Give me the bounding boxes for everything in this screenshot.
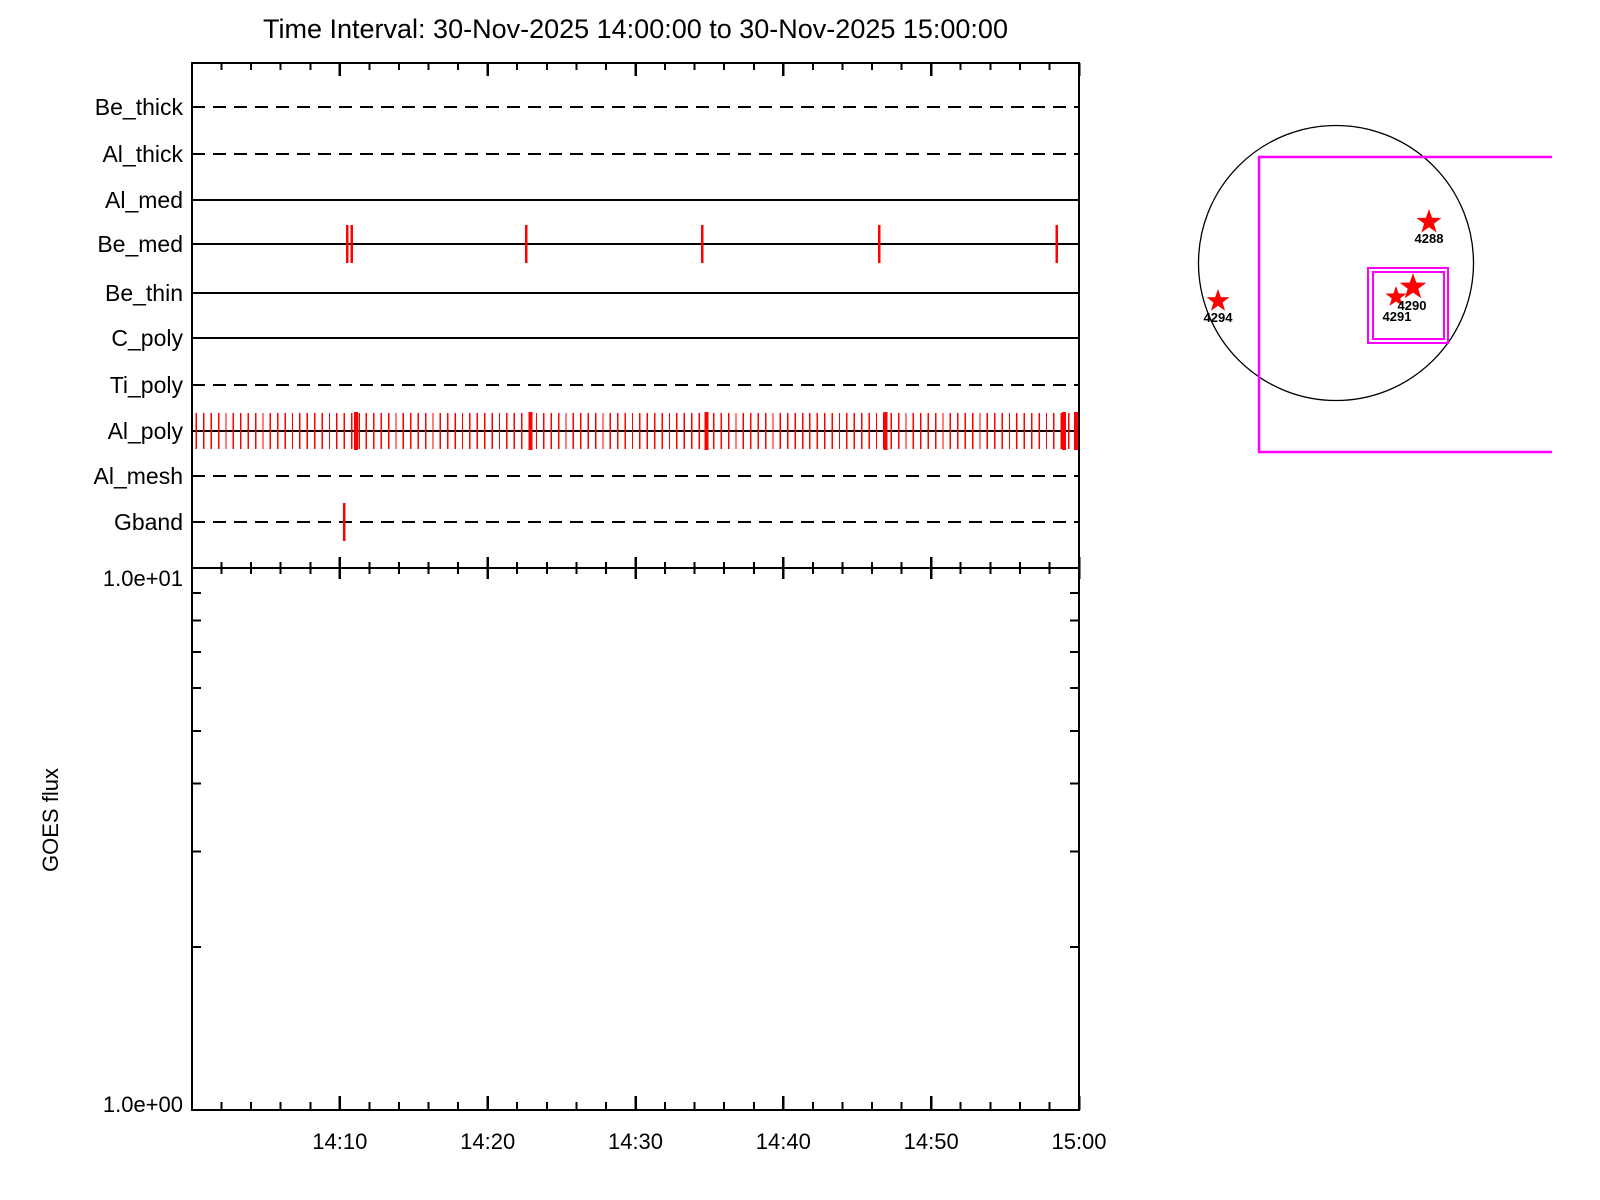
xtick-label-1500: 15:00	[1051, 1129, 1106, 1154]
filter-label-be_thin: Be_thin	[105, 280, 183, 306]
flare-star-4294	[1206, 289, 1230, 311]
filter-panel-box	[191, 62, 1080, 569]
xtick-label-1440: 14:40	[756, 1129, 811, 1154]
plot-title: Time Interval: 30-Nov-2025 14:00:00 to 3…	[263, 14, 1008, 44]
filter-label-c_poly: C_poly	[111, 325, 183, 351]
filter-label-al_poly: Al_poly	[108, 418, 184, 444]
filter-label-al_mesh: Al_mesh	[94, 463, 183, 489]
solar-disk-group: 4288429042914294	[1197, 124, 1552, 454]
xrt-goes-observation-plot: Time Interval: 30-Nov-2025 14:00:00 to 3…	[0, 0, 1600, 1200]
xtick-label-1420: 14:20	[460, 1129, 515, 1154]
solar-limb-circle	[1197, 124, 1475, 402]
filter-label-gband: Gband	[114, 509, 183, 535]
exposure-ticks-group	[195, 225, 1079, 541]
labels-group: GOES flux 1.0e+01 1.0e+00 Be_thick Al_thi…	[38, 94, 1107, 1154]
figure-canvas: GOES flux 1.0e+01 1.0e+00 Be_thick Al_thi…	[38, 62, 1552, 1154]
filter-label-ti_poly: Ti_poly	[110, 372, 184, 398]
goes-ytick-label-top: 1.0e+01	[103, 566, 183, 591]
flare-label-4291: 4291	[1383, 309, 1412, 324]
filter-label-be_med: Be_med	[97, 231, 183, 257]
goes-ytick-label-bottom: 1.0e+00	[103, 1092, 183, 1117]
xtick-label-1450: 14:50	[904, 1129, 959, 1154]
goes-panel-box	[191, 567, 1080, 1111]
flare-label-4288: 4288	[1415, 231, 1444, 246]
flare-label-4294: 4294	[1204, 310, 1234, 325]
filter-label-al_med: Al_med	[105, 187, 183, 213]
filter-label-al_thick: Al_thick	[102, 141, 183, 167]
xtick-label-1410: 14:10	[312, 1129, 367, 1154]
goes-y-axis-title: GOES flux	[38, 768, 63, 872]
xtick-label-1430: 14:30	[608, 1129, 663, 1154]
axes-group	[191, 62, 1081, 1111]
filter-label-be_thick: Be_thick	[95, 94, 184, 120]
flare-star-4288	[1416, 209, 1442, 233]
